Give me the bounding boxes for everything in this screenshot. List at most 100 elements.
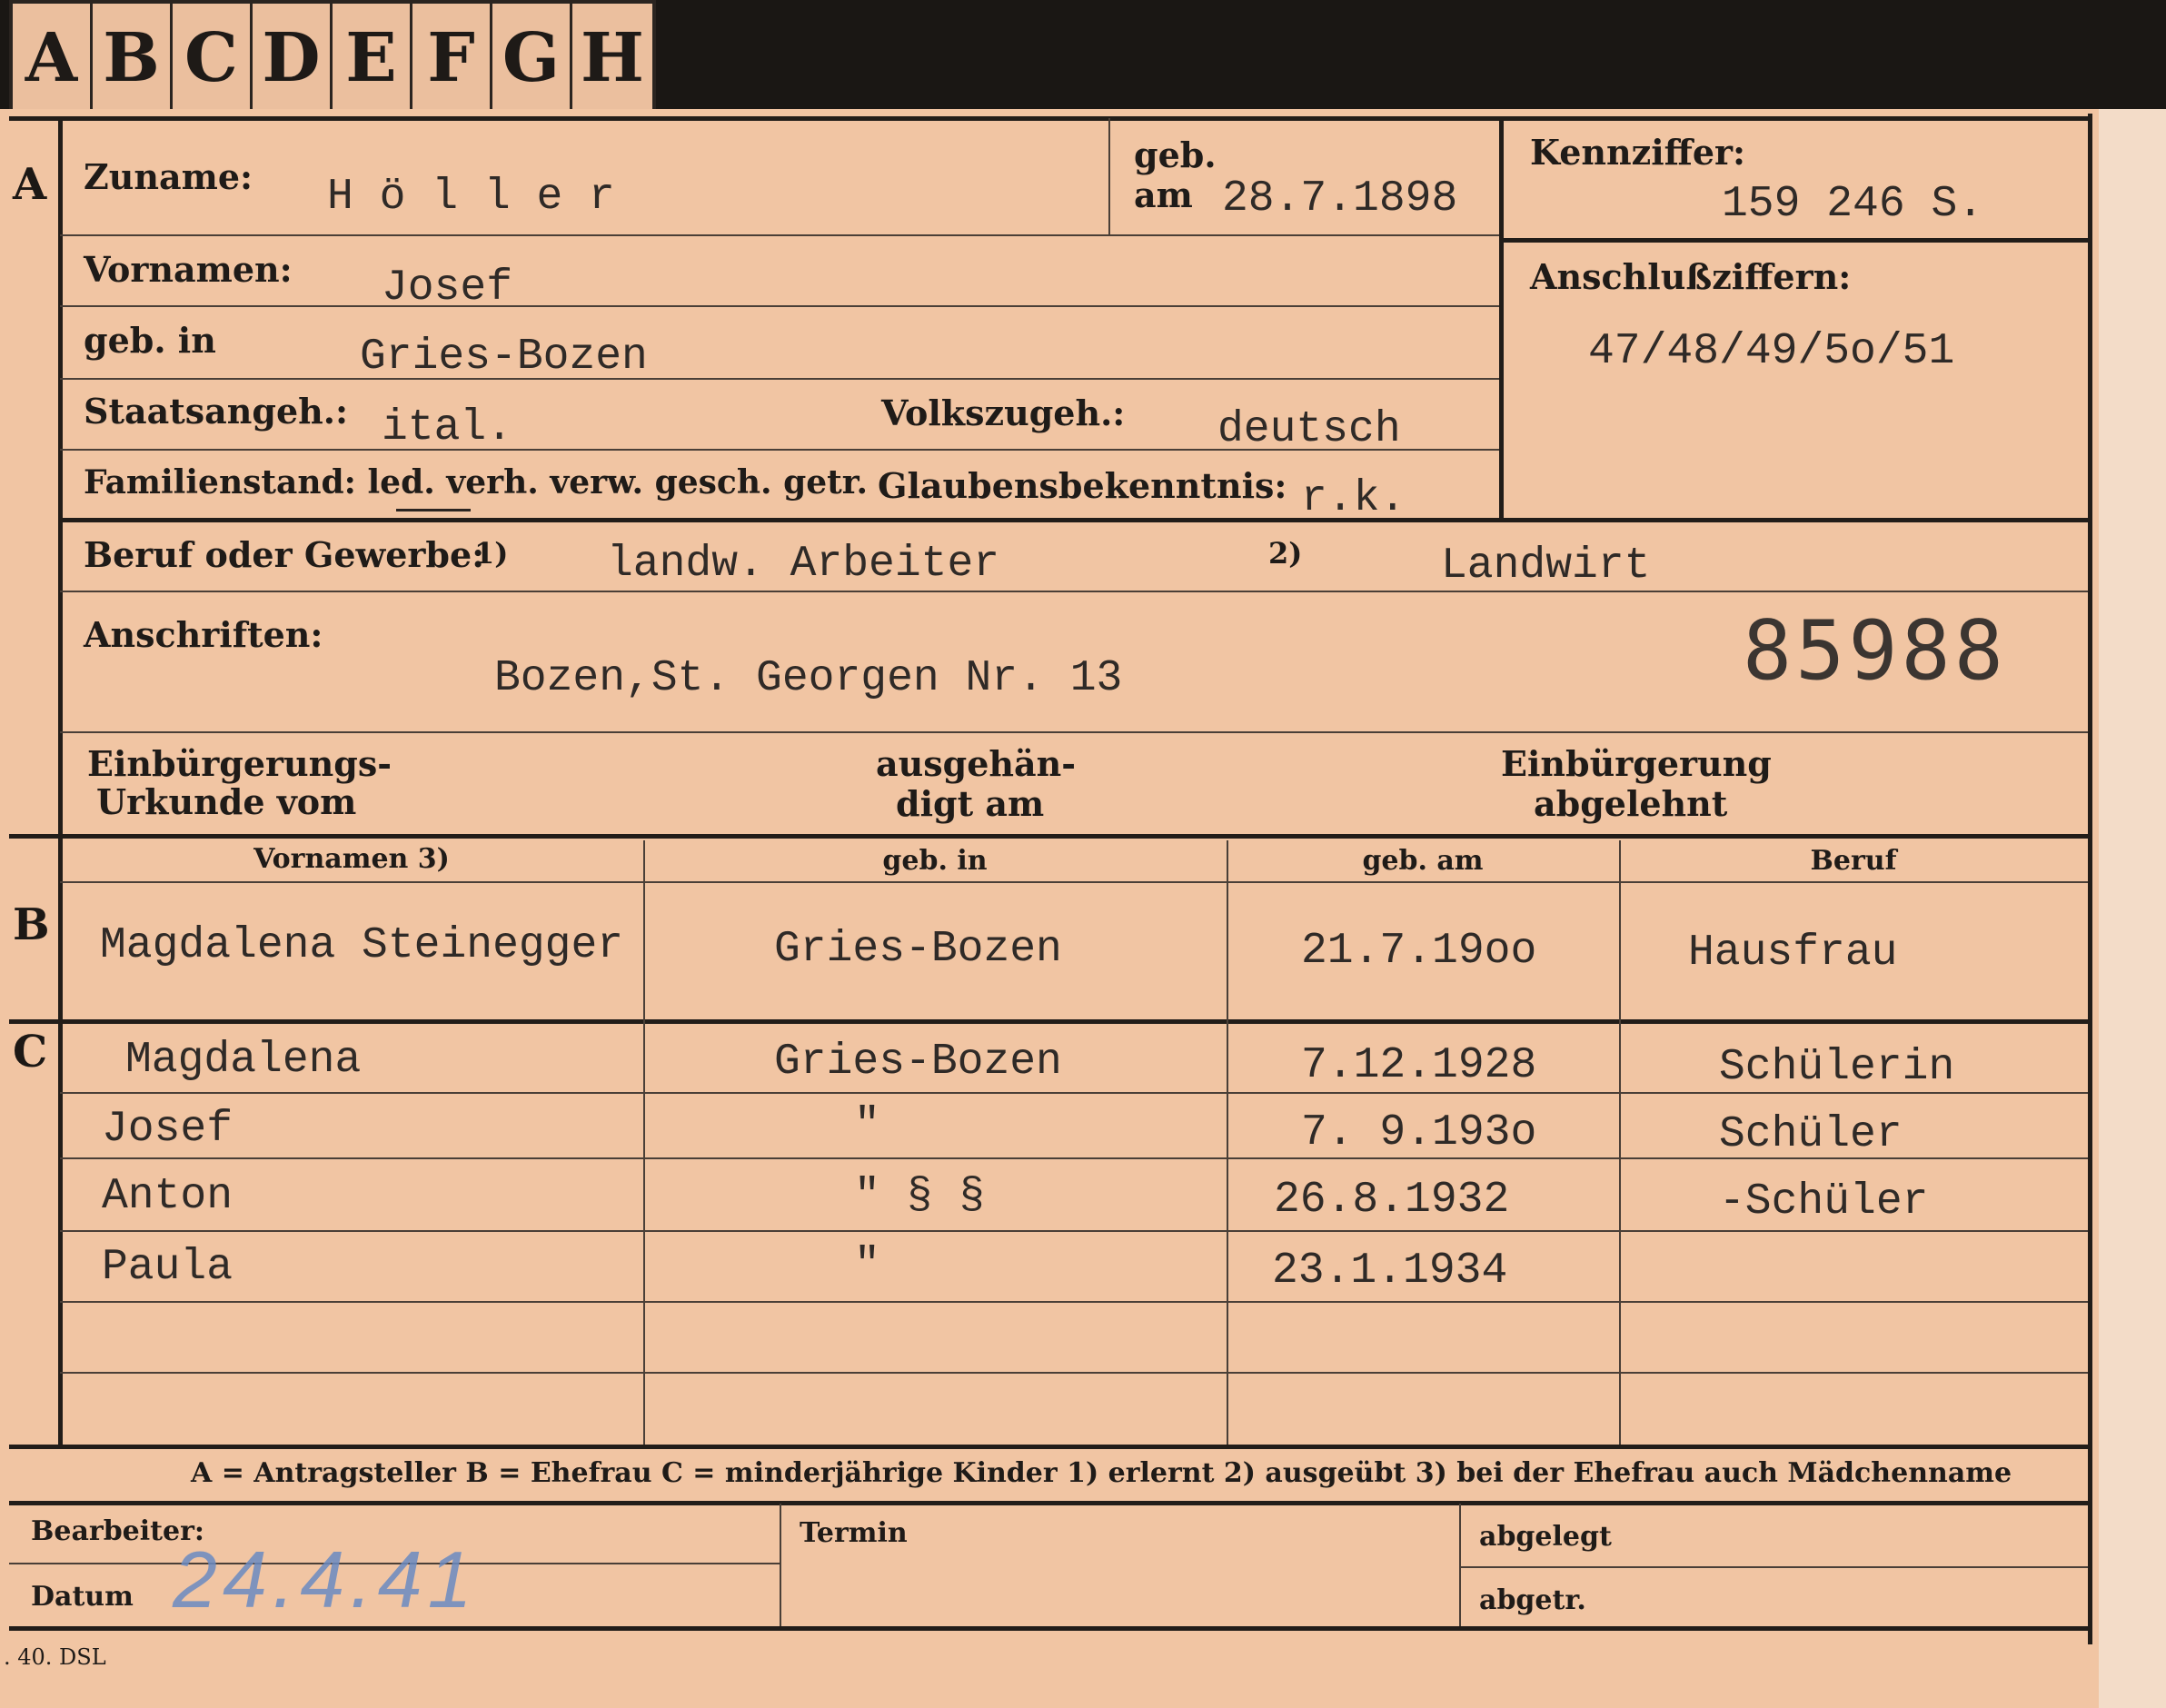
ausgehaendigt-label-2: digt am xyxy=(896,783,1045,824)
kennziffer-bottom xyxy=(1503,238,2088,243)
legend-bottom-rule xyxy=(9,1501,2090,1505)
zuname-label: Zuname: xyxy=(84,156,253,197)
beruf-ausgeuebt-value: Landwirt xyxy=(1441,541,1651,591)
volkszugeh-label: Volkszugeh.: xyxy=(881,392,1126,433)
anschrift-value: Bozen,St. Georgen Nr. 13 xyxy=(494,654,1123,703)
header-geb-am: geb. am xyxy=(1362,845,1484,877)
glaubensbekenntnis-label: Glaubensbekenntnis: xyxy=(878,465,1287,506)
einbuergerung-urkunde-label-2: Urkunde vom xyxy=(96,781,357,822)
familienstand-underline-verh xyxy=(396,509,471,511)
zuname-value: H ö l l e r xyxy=(327,173,615,222)
footer-line xyxy=(1459,1566,2088,1568)
vornamen-value: Josef xyxy=(382,263,513,313)
top-rule xyxy=(9,116,2090,121)
child-1-beruf: Schülerin xyxy=(1719,1043,1955,1092)
section-b-letter: B xyxy=(13,899,50,950)
table-col-divider xyxy=(643,840,645,1445)
spouse-geb-am: 21.7.19oo xyxy=(1301,927,1537,976)
row-line xyxy=(60,305,1499,307)
footnote-1-marker: 1) xyxy=(474,536,509,571)
footer-bottom-rule xyxy=(9,1626,2090,1631)
section-a-letter: A xyxy=(13,159,47,210)
kennziffer-divider xyxy=(1499,118,1504,518)
header-geb-in: geb. in xyxy=(882,845,988,877)
datum-label: Datum xyxy=(31,1581,134,1613)
section-c-letter: C xyxy=(13,1027,48,1077)
anschlussziffern-value: 47/48/49/5o/51 xyxy=(1588,327,1955,376)
abgetr-label: abgetr. xyxy=(1479,1584,1586,1616)
table-col-divider xyxy=(1619,840,1621,1445)
geb-divider xyxy=(1108,118,1110,234)
einbuergerung-abgelehnt-label-1: Einbürgerung xyxy=(1501,743,1772,784)
tab-e: E xyxy=(333,4,412,114)
row-line xyxy=(60,1092,2088,1094)
glaubensbekenntnis-value: r.k. xyxy=(1301,474,1406,523)
row-line xyxy=(60,1301,2088,1303)
row-line xyxy=(60,731,2088,733)
tab-h: H xyxy=(581,19,644,97)
anschlussziffern-label: Anschlußziffern: xyxy=(1530,256,1852,297)
einbuergerung-abgelehnt-label-2: abgelehnt xyxy=(1534,783,1728,824)
kennziffer-value: 159 246 S. xyxy=(1722,180,1984,229)
row-line xyxy=(60,518,2088,522)
header-vornamen: Vornamen 3) xyxy=(253,843,450,875)
child-2-vornamen: Josef xyxy=(102,1105,233,1154)
datum-handwritten-value: 24.4.41 xyxy=(173,1534,478,1624)
geb-in-value: Gries-Bozen xyxy=(360,333,648,382)
legend-top-rule xyxy=(9,1445,2090,1449)
row-line xyxy=(60,234,1499,236)
child-2-geb-in: " xyxy=(854,1101,880,1150)
tab-b: B xyxy=(93,4,173,114)
ausgehaendigt-label-1: ausgehän- xyxy=(876,743,1077,784)
row-line xyxy=(60,591,2088,592)
vornamen-label: Vornamen: xyxy=(84,249,293,290)
child-2-geb-am: 7. 9.193o xyxy=(1301,1108,1537,1157)
row-line xyxy=(60,378,1499,380)
termin-label: Termin xyxy=(800,1517,908,1549)
footer-divider xyxy=(1459,1504,1461,1626)
child-3-geb-am: 26.8.1932 xyxy=(1274,1176,1510,1225)
right-rule xyxy=(2088,114,2092,1644)
row-line xyxy=(60,1372,2088,1374)
spouse-geb-in: Gries-Bozen xyxy=(774,925,1062,974)
beruf-erlernt-value: landw. Arbeiter xyxy=(607,540,1000,589)
child-1-geb-in: Gries-Bozen xyxy=(774,1038,1062,1087)
child-4-vornamen: Paula xyxy=(102,1243,233,1292)
child-2-beruf: Schüler xyxy=(1719,1110,1903,1159)
left-rule xyxy=(58,118,63,1445)
beruf-label: Beruf oder Gewerbe: xyxy=(84,534,485,575)
tab-d: D xyxy=(253,4,333,114)
child-4-geb-in: " xyxy=(854,1241,880,1290)
staatsangeh-value: ital. xyxy=(382,403,513,452)
einbuergerung-urkunde-label-1: Einbürgerungs- xyxy=(87,743,392,784)
card-edge xyxy=(2099,109,2166,1708)
volkszugeh-value: deutsch xyxy=(1217,405,1401,454)
spouse-vornamen: Magdalena Steinegger xyxy=(100,921,624,970)
form-number: . 40. DSL xyxy=(4,1644,106,1670)
geb-am-value: 28.7.1898 xyxy=(1222,174,1458,223)
staatsangeh-label: Staatsangeh.: xyxy=(84,391,349,432)
child-1-vornamen: Magdalena xyxy=(125,1036,362,1085)
geb-label: geb. xyxy=(1134,134,1217,175)
footnote-2-marker: 2) xyxy=(1268,536,1303,571)
spouse-beruf: Hausfrau xyxy=(1688,928,1898,978)
section-b-rule xyxy=(9,834,2090,839)
letter-tabs: A B C D E F G H xyxy=(9,0,656,114)
child-3-vornamen: Anton xyxy=(102,1172,233,1221)
child-4-geb-am: 23.1.1934 xyxy=(1272,1246,1508,1296)
tab-g: G xyxy=(492,4,572,114)
table-col-divider xyxy=(1227,840,1228,1445)
header-beruf: Beruf xyxy=(1810,845,1897,877)
familienstand-label: Familienstand: led. verh. verw. gesch. g… xyxy=(84,463,868,501)
geb-in-label: geb. in xyxy=(84,320,216,361)
child-1-geb-am: 7.12.1928 xyxy=(1301,1041,1537,1090)
am-label: am xyxy=(1134,174,1193,215)
child-3-geb-in: " § § xyxy=(854,1172,986,1221)
abgelegt-label: abgelegt xyxy=(1479,1521,1612,1553)
registration-number: 85988 xyxy=(1743,603,2007,699)
tab-c: C xyxy=(173,4,253,114)
row-line xyxy=(60,1230,2088,1232)
section-c-rule xyxy=(9,1019,2090,1024)
footer-divider xyxy=(780,1504,781,1626)
legend: A = Antragsteller B = Ehefrau C = minder… xyxy=(191,1457,2012,1489)
